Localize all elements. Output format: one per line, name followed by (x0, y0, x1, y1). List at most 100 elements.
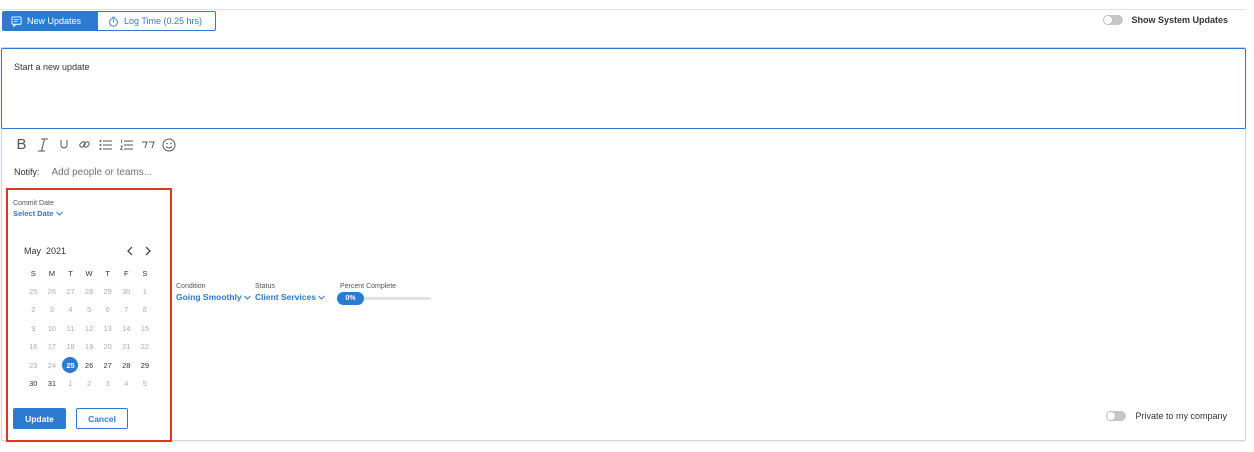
top-divider (0, 9, 1246, 10)
log-time-label: Log Time (0.25 hrs) (124, 16, 203, 26)
quote-icon[interactable] (140, 137, 155, 152)
calendar-day[interactable]: 17 (43, 338, 62, 356)
calendar-day[interactable]: 15 (136, 319, 155, 337)
condition-value: Going Smoothly (176, 292, 242, 302)
private-label: Private to my company (1135, 411, 1227, 421)
chevron-down-icon (56, 211, 64, 216)
calendar-day[interactable]: 10 (43, 319, 62, 337)
calendar-day[interactable]: 29 (136, 356, 155, 374)
calendar-day[interactable]: 11 (61, 319, 80, 337)
calendar-day-number: 30 (122, 287, 131, 297)
calendar-day[interactable]: 28 (117, 356, 136, 374)
calendar-day[interactable]: 29 (98, 282, 117, 300)
calendar-day[interactable]: 26 (43, 282, 62, 300)
italic-icon[interactable] (35, 137, 50, 152)
notify-input[interactable] (51, 167, 252, 178)
calendar-grid: S M T W T F S 25 26 27 28 29 30 1 2 3 4 5 6 7 8 9 10 11 12 13 14 15… (24, 264, 154, 393)
status-select[interactable]: Client Services (255, 292, 325, 302)
chevron-right-icon[interactable] (142, 245, 154, 257)
emoji-icon[interactable] (161, 137, 176, 152)
calendar-day[interactable]: 4 (117, 374, 136, 392)
calendar-day[interactable]: 27 (98, 356, 117, 374)
calendar-day[interactable]: 6 (98, 301, 117, 319)
calendar-day[interactable]: 2 (24, 301, 43, 319)
chevron-left-icon[interactable] (124, 245, 136, 257)
new-updates-tab[interactable]: New Updates (2, 11, 97, 31)
calendar-day-number: 26 (84, 360, 94, 370)
weekday-header: S (30, 268, 36, 278)
calendar-day-number: 20 (103, 342, 112, 352)
underline-icon[interactable] (56, 137, 71, 152)
calendar-day[interactable]: 5 (80, 301, 99, 319)
commit-date-select[interactable]: Select Date (13, 209, 64, 218)
weekday-header: W (85, 268, 93, 278)
calendar-day[interactable]: 27 (61, 282, 80, 300)
calendar-day[interactable]: 19 (80, 338, 99, 356)
commit-date-value: Select Date (13, 209, 54, 218)
calendar-day-number: 25 (62, 357, 79, 374)
calendar-day[interactable]: 23 (24, 356, 43, 374)
percent-complete-handle[interactable]: 0% (337, 292, 364, 305)
calendar-day[interactable]: 14 (117, 319, 136, 337)
calendar-day[interactable]: 25 (24, 282, 43, 300)
calendar-day-number: 29 (140, 360, 150, 370)
bold-icon[interactable]: B (14, 136, 29, 153)
calendar-day[interactable]: 3 (98, 374, 117, 392)
private-toggle-group: Private to my company (1106, 411, 1227, 421)
calendar-day-number: 3 (105, 379, 110, 389)
calendar-day-number: 21 (122, 342, 131, 352)
formatting-toolbar: B (14, 136, 176, 153)
editor-placeholder: Start a new update (14, 62, 90, 72)
calendar-day[interactable]: 28 (80, 282, 99, 300)
calendar-day-number: 11 (66, 323, 75, 333)
calendar-day[interactable]: 30 (24, 374, 43, 392)
log-time-tab[interactable]: Log Time (0.25 hrs) (97, 11, 216, 31)
calendar-year: 2021 (46, 246, 67, 256)
status-value: Client Services (255, 292, 316, 302)
calendar-month: May (24, 246, 42, 256)
update-editor[interactable]: Start a new update (1, 48, 1246, 129)
calendar-day[interactable]: 12 (80, 319, 99, 337)
system-updates-toggle-group: Show System Updates (1103, 15, 1228, 25)
calendar-day-number: 29 (103, 287, 112, 297)
link-icon[interactable] (77, 137, 92, 152)
chevron-down-icon (243, 295, 251, 300)
calendar-day-number: 4 (124, 379, 129, 389)
calendar-day[interactable]: 1 (61, 374, 80, 392)
system-updates-toggle[interactable] (1103, 15, 1124, 25)
calendar-day[interactable]: 20 (98, 338, 117, 356)
calendar-day[interactable]: 5 (136, 374, 155, 392)
commit-date-label: Commit Date (13, 200, 54, 207)
calendar-day[interactable]: 4 (61, 301, 80, 319)
private-toggle[interactable] (1106, 411, 1127, 421)
cancel-button[interactable]: Cancel (76, 408, 128, 429)
calendar-day[interactable]: 31 (43, 374, 62, 392)
calendar-day[interactable]: 7 (117, 301, 136, 319)
calendar-day-number: 30 (29, 379, 38, 389)
calendar-day[interactable]: 24 (43, 356, 62, 374)
numbered-list-icon[interactable] (119, 137, 134, 152)
calendar-day-number: 5 (86, 305, 92, 315)
calendar-day[interactable]: 26 (80, 356, 99, 374)
calendar-day[interactable]: 16 (24, 338, 43, 356)
calendar-day[interactable]: 21 (117, 338, 136, 356)
calendar-day[interactable]: 18 (61, 338, 80, 356)
weekday-header: S (142, 268, 148, 278)
calendar-day-selected[interactable]: 25 (61, 356, 80, 374)
calendar-day[interactable]: 2 (80, 374, 99, 392)
calendar-day[interactable]: 9 (24, 319, 43, 337)
weekday-header: M (48, 268, 56, 278)
calendar-day[interactable]: 13 (98, 319, 117, 337)
calendar-day-number: 10 (47, 323, 57, 333)
calendar-day-number: 24 (47, 360, 57, 370)
calendar-day-number: 31 (47, 379, 57, 389)
calendar-day[interactable]: 1 (136, 282, 155, 300)
bulleted-list-icon[interactable] (98, 137, 113, 152)
chevron-down-icon (318, 295, 325, 300)
update-button[interactable]: Update (13, 408, 66, 429)
calendar-day[interactable]: 30 (117, 282, 136, 300)
calendar-day[interactable]: 22 (136, 338, 155, 356)
condition-select[interactable]: Going Smoothly (176, 292, 251, 302)
calendar-day[interactable]: 3 (43, 301, 62, 319)
calendar-day[interactable]: 8 (136, 301, 155, 319)
